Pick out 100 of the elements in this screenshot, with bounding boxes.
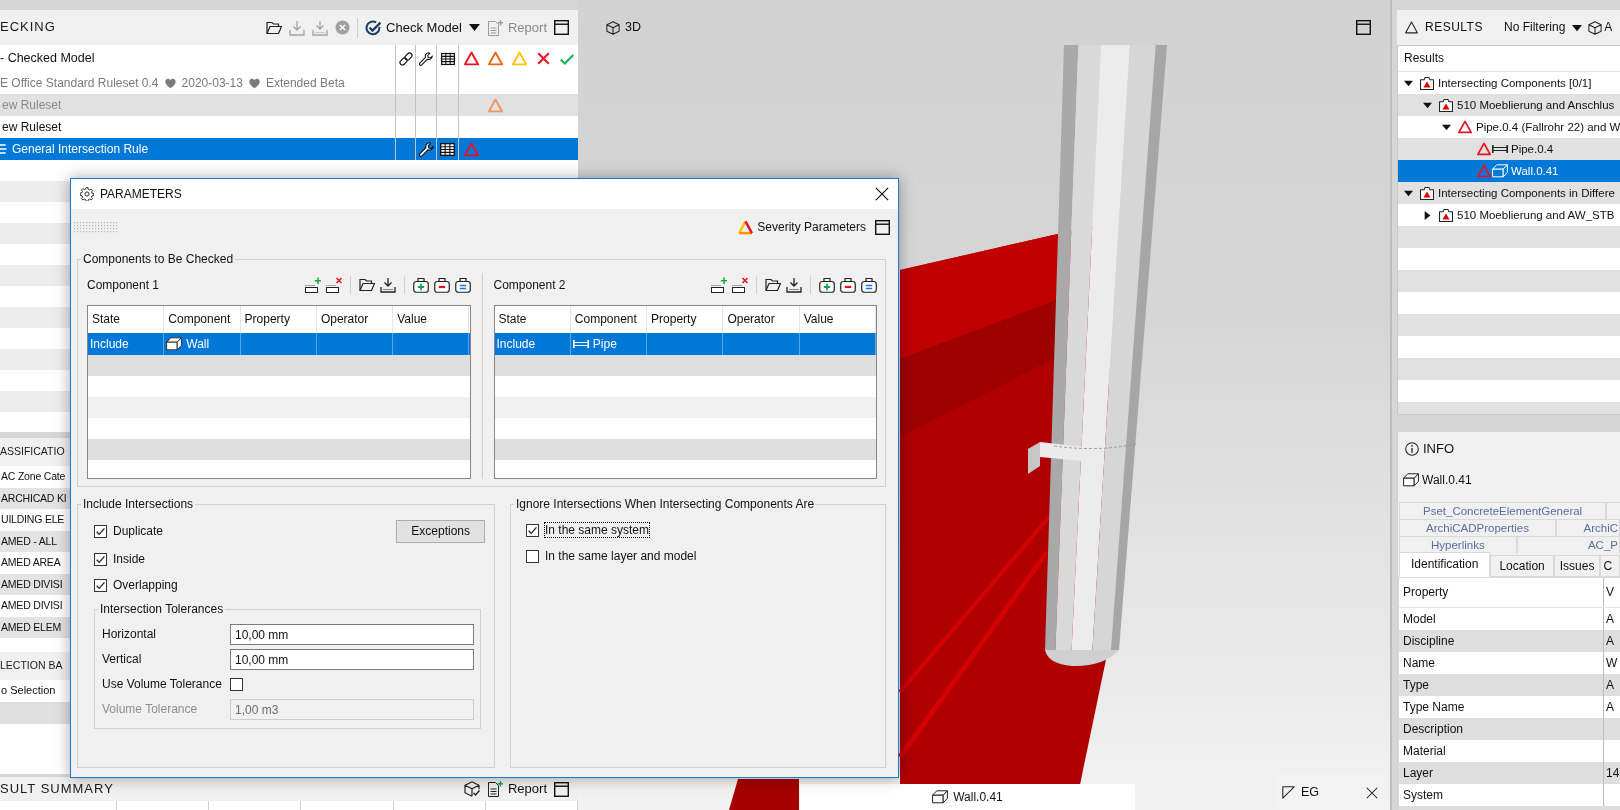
folder-open-icon[interactable] bbox=[266, 19, 283, 36]
cube-check-icon[interactable] bbox=[463, 781, 480, 797]
table-row[interactable]: Include Wall bbox=[88, 333, 470, 355]
list-item[interactable]: AMED - ALL bbox=[0, 530, 70, 552]
tree-row[interactable]: Intersecting Components [0/1] bbox=[1398, 72, 1620, 94]
checkbox[interactable] bbox=[94, 552, 107, 566]
remove-row-icon[interactable] bbox=[732, 277, 748, 293]
tab[interactable]: Issues bbox=[1553, 555, 1601, 577]
wrench-icon[interactable] bbox=[418, 141, 434, 157]
tab[interactable]: Identification bbox=[1399, 552, 1491, 577]
caret-icon[interactable] bbox=[1404, 188, 1413, 198]
window-icon[interactable] bbox=[1356, 20, 1371, 35]
table-row[interactable]: Description bbox=[1399, 718, 1620, 740]
window-icon[interactable] bbox=[554, 781, 569, 797]
checkbox[interactable] bbox=[94, 578, 107, 592]
check-model-button[interactable]: Check Model bbox=[365, 19, 462, 36]
add-row-icon[interactable] bbox=[304, 277, 321, 293]
text-field[interactable]: 10,00 mm bbox=[230, 624, 474, 645]
checkbox[interactable] bbox=[230, 678, 243, 691]
caret-icon[interactable] bbox=[468, 22, 480, 33]
list-item[interactable]: AMED ELEM bbox=[0, 616, 70, 638]
folder-open-icon[interactable] bbox=[358, 277, 375, 293]
caret-icon[interactable] bbox=[1423, 100, 1432, 110]
tree-row[interactable]: Intersecting Components in Differe bbox=[1398, 182, 1620, 204]
bag-plus-icon[interactable] bbox=[412, 277, 429, 293]
ruleset-info: Extended Beta bbox=[265, 75, 345, 91]
bag-minus-icon[interactable] bbox=[840, 277, 856, 293]
folder-open-icon[interactable] bbox=[765, 277, 781, 293]
dialog-title: PARAMETERS bbox=[100, 186, 182, 202]
text-field[interactable]: 10,00 mm bbox=[230, 649, 474, 670]
tab[interactable]: Location bbox=[1490, 555, 1554, 577]
checkbox[interactable] bbox=[526, 549, 539, 563]
report-button[interactable]: Report bbox=[486, 781, 547, 797]
table-row[interactable]: Discipline A bbox=[1399, 630, 1620, 652]
list-item[interactable]: o Selection bbox=[0, 680, 70, 702]
severity-parameters-button[interactable]: Severity Parameters bbox=[738, 220, 866, 235]
table-row[interactable]: Include Pipe bbox=[494, 333, 876, 355]
ruleset-name: ew Ruleset bbox=[1, 119, 62, 135]
list-item[interactable]: AMED DIVISI bbox=[0, 573, 70, 595]
exceptions-button[interactable]: Exceptions bbox=[396, 519, 485, 543]
list-item[interactable]: UILDING ELE bbox=[0, 509, 70, 531]
tab[interactable]: Hyperlinks bbox=[1399, 536, 1517, 553]
grip-icon[interactable] bbox=[74, 221, 119, 234]
window-icon[interactable] bbox=[554, 20, 569, 35]
field-label: Use Volume Tolerance bbox=[102, 677, 223, 692]
tab[interactable]: ArchiCADProperties bbox=[1399, 519, 1556, 536]
filter-dropdown[interactable]: No Filtering bbox=[1503, 20, 1583, 35]
option-label[interactable]: Overlapping bbox=[113, 578, 178, 592]
bag-minus-icon[interactable] bbox=[433, 277, 450, 293]
option-label[interactable]: In the same layer and model bbox=[545, 549, 697, 563]
corner-triangle-icon[interactable] bbox=[1282, 786, 1295, 799]
bag-plus-icon[interactable] bbox=[819, 277, 835, 293]
view-button[interactable]: A bbox=[1588, 20, 1613, 35]
tree-row[interactable]: Pipe.0.4 bbox=[1398, 138, 1620, 160]
download-icon[interactable] bbox=[379, 277, 396, 293]
group-title: Ignore Intersections When Intersecting Components Are bbox=[515, 497, 816, 511]
remove-row-icon[interactable] bbox=[325, 277, 342, 293]
caret-icon[interactable] bbox=[1404, 78, 1413, 88]
warning-folder-icon bbox=[1439, 98, 1453, 112]
rule-row[interactable]: General Intersection Rule bbox=[0, 138, 578, 160]
stop-icon[interactable] bbox=[335, 20, 351, 35]
tab[interactable]: ArchiC bbox=[1555, 519, 1620, 536]
tree-label: Intersecting Components [0/1] bbox=[1438, 75, 1592, 91]
close-icon[interactable] bbox=[1366, 786, 1378, 799]
table-row[interactable]: Type A bbox=[1399, 674, 1620, 696]
tree-row[interactable]: 510 Moeblierung and Anschlus bbox=[1398, 94, 1620, 116]
warning-icon bbox=[463, 51, 479, 66]
close-icon[interactable] bbox=[875, 187, 889, 201]
tree-row[interactable]: Pipe.0.4 (Fallrohr 22) and W bbox=[1398, 116, 1620, 138]
property-name: System bbox=[1403, 787, 1443, 803]
rule-row[interactable]: E Office Standard Ruleset 0.4 2020-03-13 Extended Beta bbox=[0, 72, 578, 94]
table-icon[interactable] bbox=[440, 141, 455, 157]
list-item[interactable]: AMED DIVISI bbox=[0, 595, 70, 617]
tab[interactable]: C bbox=[1600, 555, 1620, 577]
option-label[interactable]: Inside bbox=[113, 552, 146, 566]
tab[interactable]: Pset_ConcreteElementGeneral bbox=[1399, 502, 1607, 519]
tree-row[interactable]: Wall.0.41 bbox=[1398, 160, 1620, 182]
download-icon[interactable] bbox=[786, 277, 802, 293]
bag-equals-icon[interactable] bbox=[861, 277, 877, 293]
caret-icon[interactable] bbox=[1442, 122, 1451, 132]
list-item[interactable]: AC Zone Cate bbox=[0, 466, 70, 488]
checkbox[interactable] bbox=[526, 523, 539, 537]
tab[interactable]: AC_P bbox=[1516, 536, 1620, 553]
story-label: EG bbox=[1301, 784, 1320, 801]
list-item[interactable]: ARCHICAD KI bbox=[0, 487, 70, 509]
property-name: Layer bbox=[1403, 765, 1434, 781]
window-icon[interactable] bbox=[875, 220, 890, 235]
property-name: Name bbox=[1403, 655, 1435, 671]
table-row[interactable]: Layer 14 bbox=[1399, 762, 1620, 784]
bag-equals-icon[interactable] bbox=[454, 277, 471, 293]
list-item[interactable]: AMED AREA bbox=[0, 552, 70, 574]
tree-row[interactable]: 510 Moeblierung and AW_STB bbox=[1398, 204, 1620, 226]
rule-row[interactable]: ew Ruleset bbox=[0, 116, 578, 138]
checkbox[interactable] bbox=[94, 524, 107, 538]
option-label[interactable]: Duplicate bbox=[113, 524, 164, 538]
add-row-icon[interactable] bbox=[711, 277, 727, 293]
caret-icon[interactable] bbox=[1423, 210, 1432, 220]
column-header: V bbox=[1605, 585, 1614, 600]
option-label[interactable]: In the same system bbox=[545, 523, 650, 537]
panel-title: LECTION BA bbox=[0, 659, 63, 673]
